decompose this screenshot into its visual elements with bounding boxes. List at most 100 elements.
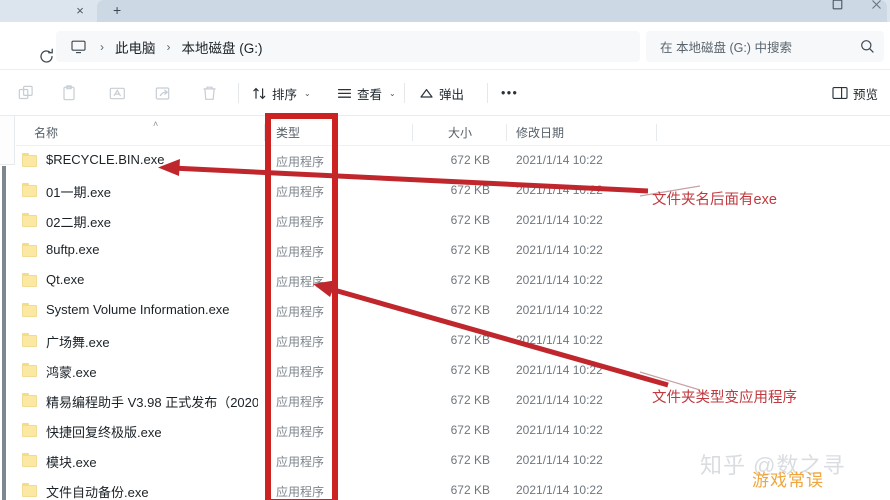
file-name-cell: 模块.exe	[46, 455, 97, 470]
chevron-down-icon-2: ⌄	[389, 88, 396, 98]
file-size-cell: 672 KB	[450, 483, 490, 497]
column-divider-4[interactable]	[656, 124, 657, 141]
file-modified-cell: 2021/1/14 10:22	[516, 453, 603, 467]
close-icon[interactable]	[861, 0, 890, 13]
column-header-modified[interactable]: 修改日期	[516, 124, 564, 141]
eject-label: 弹出	[439, 87, 465, 102]
eject-icon	[419, 86, 434, 101]
file-modified-cell: 2021/1/14 10:22	[516, 363, 603, 377]
file-name-cell: System Volume Information.exe	[46, 302, 230, 317]
table-row[interactable]: 02二期.exe 应用程序 672 KB 2021/1/14 10:22	[0, 206, 890, 236]
view-button[interactable]: 查看 ⌄	[337, 80, 396, 106]
file-type-cell: 应用程序	[276, 485, 325, 499]
copy-icon[interactable]	[14, 81, 38, 105]
sort-button[interactable]: 排序 ⌄	[252, 80, 311, 106]
folder-icon	[22, 303, 37, 317]
column-divider-2[interactable]	[412, 124, 413, 141]
breadcrumb-separator-2: ›	[166, 39, 171, 54]
file-size-cell: 672 KB	[450, 243, 490, 257]
search-box[interactable]: 在 本地磁盘 (G:) 中搜索	[646, 31, 884, 62]
folder-icon	[22, 483, 37, 497]
file-modified-cell: 2021/1/14 10:22	[516, 213, 603, 227]
command-bar: 排序 ⌄ 查看 ⌄ 弹出 ••• 预览	[0, 70, 890, 116]
folder-icon	[22, 423, 37, 437]
table-row[interactable]: $RECYCLE.BIN.exe 应用程序 672 KB 2021/1/14 10:2…	[0, 146, 890, 176]
file-type-cell: 应用程序	[276, 425, 325, 439]
table-row[interactable]: 8uftp.exe 应用程序 672 KB 2021/1/14 10:22	[0, 236, 890, 266]
delete-icon[interactable]	[197, 81, 221, 105]
file-size-cell: 672 KB	[450, 393, 490, 407]
file-name-cell: 鸿蒙.exe	[46, 365, 97, 380]
search-icon[interactable]	[850, 31, 884, 62]
more-options-button[interactable]: •••	[501, 80, 518, 106]
folder-icon	[22, 153, 37, 167]
breadcrumb-item-local-disk-g[interactable]: 本地磁盘 (G:)	[182, 37, 263, 57]
file-name-cell: 广场舞.exe	[46, 335, 110, 350]
column-divider-1[interactable]	[264, 124, 265, 141]
file-type-cell: 应用程序	[276, 275, 325, 289]
table-row[interactable]: 快捷回复终极版.exe 应用程序 672 KB 2021/1/14 10:22	[0, 416, 890, 446]
file-type-cell: 应用程序	[276, 185, 325, 199]
file-type-cell: 应用程序	[276, 365, 325, 379]
file-size-cell: 672 KB	[450, 273, 490, 287]
file-size-cell: 672 KB	[450, 333, 490, 347]
breadcrumb[interactable]: › 此电脑 › 本地磁盘 (G:)	[56, 31, 640, 62]
file-size-cell: 672 KB	[450, 453, 490, 467]
toolbar-divider-3	[487, 83, 488, 103]
annotation-note-2: 文件夹类型变应用程序	[652, 390, 797, 406]
folder-icon	[22, 183, 37, 197]
file-name-cell: 02二期.exe	[46, 215, 112, 230]
view-icon	[337, 86, 352, 101]
folder-icon	[22, 393, 37, 407]
rename-icon[interactable]	[105, 81, 129, 105]
table-row[interactable]: 鸿蒙.exe 应用程序 672 KB 2021/1/14 10:22	[0, 356, 890, 386]
file-name-cell: 8uftp.exe	[46, 242, 100, 257]
file-modified-cell: 2021/1/14 10:22	[516, 183, 603, 197]
file-modified-cell: 2021/1/14 10:22	[516, 333, 603, 347]
new-tab-button[interactable]: +	[97, 0, 887, 22]
table-row[interactable]: System Volume Information.exe 应用程序 672 KB 2…	[0, 296, 890, 326]
paste-icon[interactable]	[57, 81, 81, 105]
search-input[interactable]: 在 本地磁盘 (G:) 中搜索	[646, 37, 850, 56]
watermark-secondary: 游戏常误	[752, 471, 824, 490]
share-icon[interactable]	[151, 81, 175, 105]
toolbar-divider-2	[404, 83, 405, 103]
column-header-type[interactable]: 类型	[276, 124, 300, 141]
folder-icon	[22, 273, 37, 287]
this-pc-icon	[67, 37, 89, 57]
file-explorer-window: × + › 此电脑 › 本地磁盘 (G:) 在 本地磁盘 (G:) 中搜索 排序…	[0, 0, 890, 500]
table-row[interactable]: Qt.exe 应用程序 672 KB 2021/1/14 10:22	[0, 266, 890, 296]
table-row[interactable]: 广场舞.exe 应用程序 672 KB 2021/1/14 10:22	[0, 326, 890, 356]
file-type-cell: 应用程序	[276, 245, 325, 259]
toolbar-divider-1	[238, 83, 239, 103]
column-divider-3[interactable]	[506, 124, 507, 141]
file-name-cell: 文件自动备份.exe	[46, 485, 149, 500]
file-size-cell: 672 KB	[450, 363, 490, 377]
file-modified-cell: 2021/1/14 10:22	[516, 423, 603, 437]
column-header-size[interactable]: 大小	[448, 124, 472, 141]
breadcrumb-item-this-pc[interactable]: 此电脑	[115, 37, 156, 57]
maximize-icon[interactable]	[822, 0, 852, 13]
preview-button[interactable]: 预览	[832, 80, 878, 106]
file-type-cell: 应用程序	[276, 155, 325, 169]
file-modified-cell: 2021/1/14 10:22	[516, 243, 603, 257]
eject-button[interactable]: 弹出	[419, 80, 464, 106]
annotation-note-1: 文件夹名后面有exe	[652, 192, 777, 208]
file-type-cell: 应用程序	[276, 395, 325, 409]
column-header-row: 名称 ˄ 类型 大小 修改日期	[0, 119, 890, 146]
folder-icon	[22, 243, 37, 257]
file-name-cell: 快捷回复终极版.exe	[46, 425, 162, 440]
chevron-down-icon: ⌄	[304, 88, 311, 98]
folder-icon	[22, 363, 37, 377]
breadcrumb-separator-1: ›	[100, 39, 104, 54]
refresh-icon[interactable]	[34, 44, 58, 68]
file-size-cell: 672 KB	[450, 303, 490, 317]
folder-icon	[22, 333, 37, 347]
address-bar: › 此电脑 › 本地磁盘 (G:) 在 本地磁盘 (G:) 中搜索	[0, 22, 890, 70]
column-header-name[interactable]: 名称	[34, 124, 58, 141]
preview-pane-icon	[832, 86, 848, 100]
file-modified-cell: 2021/1/14 10:22	[516, 483, 603, 497]
preview-label: 预览	[853, 87, 879, 102]
tab-close-button[interactable]: ×	[68, 0, 92, 20]
sort-label: 排序	[272, 87, 298, 102]
